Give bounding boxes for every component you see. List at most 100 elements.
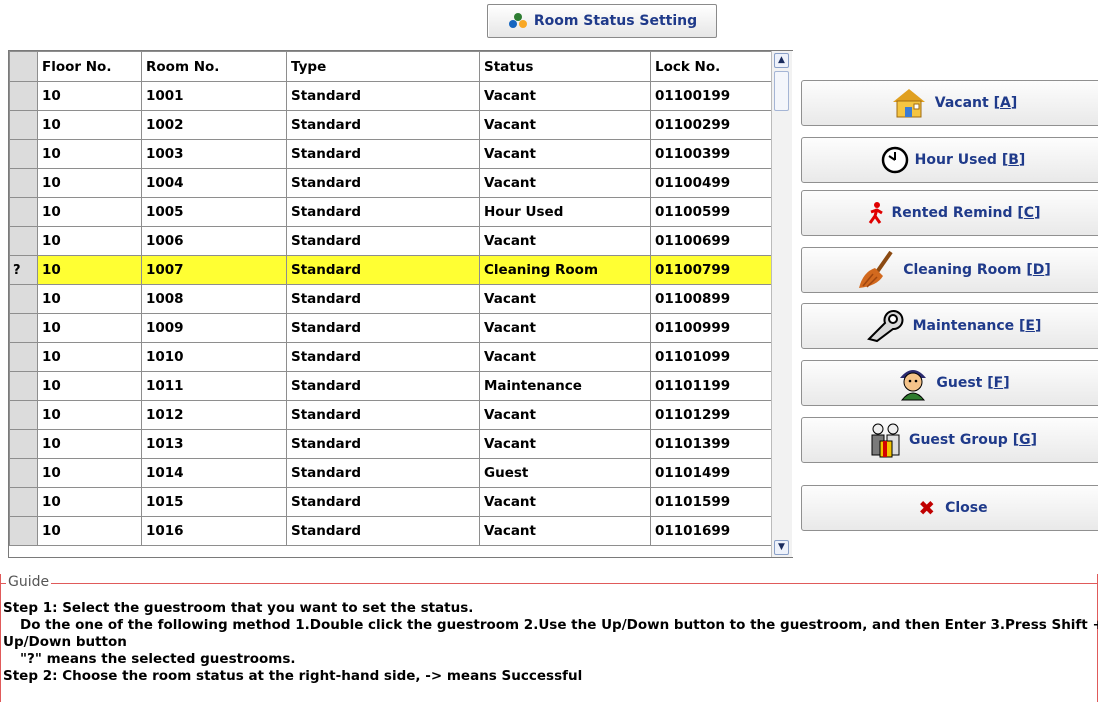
cell-floor[interactable]: 10 [37, 255, 142, 285]
cell-type[interactable]: Standard [286, 342, 480, 372]
row-indicator[interactable] [9, 487, 38, 517]
cell-status[interactable]: Vacant [479, 516, 651, 546]
row-indicator[interactable] [9, 400, 38, 430]
cell-type[interactable]: Standard [286, 516, 480, 546]
col-header-status[interactable]: Status [479, 51, 651, 82]
cell-status[interactable]: Vacant [479, 226, 651, 256]
cell-floor[interactable]: 10 [37, 168, 142, 198]
cell-type[interactable]: Standard [286, 400, 480, 430]
cell-lock[interactable]: 01100599 [650, 197, 773, 227]
cell-status[interactable]: Vacant [479, 81, 651, 111]
cell-floor[interactable]: 10 [37, 487, 142, 517]
table-row[interactable]: 10 1008 Standard Vacant 01100899 [9, 284, 773, 314]
row-indicator[interactable] [9, 313, 38, 343]
col-header-room[interactable]: Room No. [141, 51, 287, 82]
room-status-setting-button[interactable]: Room Status Setting [487, 4, 717, 38]
rented-remind-button[interactable]: Rented Remind [C] [801, 190, 1098, 236]
guest-group-button[interactable]: Guest Group [G] [801, 417, 1098, 463]
row-indicator[interactable] [9, 139, 38, 169]
cell-status[interactable]: Vacant [479, 168, 651, 198]
cell-status[interactable]: Vacant [479, 400, 651, 430]
cell-room[interactable]: 1016 [141, 516, 287, 546]
row-indicator[interactable] [9, 168, 38, 198]
cell-floor[interactable]: 10 [37, 458, 142, 488]
cell-status[interactable]: Vacant [479, 110, 651, 140]
cell-type[interactable]: Standard [286, 255, 480, 285]
cell-floor[interactable]: 10 [37, 81, 142, 111]
cell-status[interactable]: Vacant [479, 313, 651, 343]
table-row[interactable]: 10 1009 Standard Vacant 01100999 [9, 313, 773, 343]
cell-type[interactable]: Standard [286, 487, 480, 517]
cell-room[interactable]: 1010 [141, 342, 287, 372]
cleaning-room-button[interactable]: Cleaning Room [D] [801, 247, 1098, 293]
cell-room[interactable]: 1006 [141, 226, 287, 256]
cell-type[interactable]: Standard [286, 371, 480, 401]
cell-type[interactable]: Standard [286, 81, 480, 111]
row-indicator[interactable]: ? [9, 255, 38, 285]
cell-room[interactable]: 1015 [141, 487, 287, 517]
scroll-up-arrow-icon[interactable]: ▲ [774, 53, 789, 68]
hour-used-button[interactable]: Hour Used [B] [801, 137, 1098, 183]
cell-floor[interactable]: 10 [37, 110, 142, 140]
cell-room[interactable]: 1008 [141, 284, 287, 314]
row-indicator[interactable] [9, 371, 38, 401]
row-indicator[interactable] [9, 197, 38, 227]
cell-room[interactable]: 1001 [141, 81, 287, 111]
cell-status[interactable]: Vacant [479, 429, 651, 459]
table-row[interactable]: 10 1011 Standard Maintenance 01101199 [9, 371, 773, 401]
cell-floor[interactable]: 10 [37, 371, 142, 401]
row-indicator[interactable] [9, 81, 38, 111]
cell-floor[interactable]: 10 [37, 139, 142, 169]
cell-floor[interactable]: 10 [37, 284, 142, 314]
room-grid[interactable]: Floor No. Room No. Type Status Lock No. … [8, 50, 793, 558]
col-header-floor[interactable]: Floor No. [37, 51, 142, 82]
row-indicator[interactable] [9, 342, 38, 372]
cell-room[interactable]: 1002 [141, 110, 287, 140]
cell-room[interactable]: 1009 [141, 313, 287, 343]
cell-lock[interactable]: 01100699 [650, 226, 773, 256]
row-indicator[interactable] [9, 429, 38, 459]
cell-lock[interactable]: 01101099 [650, 342, 773, 372]
col-header-lock[interactable]: Lock No. [650, 51, 773, 82]
guest-button[interactable]: Guest [F] [801, 360, 1098, 406]
table-row[interactable]: 10 1001 Standard Vacant 01100199 [9, 81, 773, 111]
cell-type[interactable]: Standard [286, 197, 480, 227]
cell-lock[interactable]: 01100399 [650, 139, 773, 169]
row-indicator[interactable] [9, 458, 38, 488]
cell-status[interactable]: Maintenance [479, 371, 651, 401]
row-indicator[interactable] [9, 516, 38, 546]
cell-status[interactable]: Vacant [479, 487, 651, 517]
cell-status[interactable]: Guest [479, 458, 651, 488]
cell-lock[interactable]: 01100999 [650, 313, 773, 343]
row-indicator[interactable] [9, 110, 38, 140]
close-button[interactable]: ✖ Close [801, 485, 1098, 531]
grid-scrollbar[interactable]: ▲ ▼ [771, 51, 792, 557]
cell-floor[interactable]: 10 [37, 429, 142, 459]
cell-lock[interactable]: 01101599 [650, 487, 773, 517]
cell-lock[interactable]: 01100299 [650, 110, 773, 140]
cell-status[interactable]: Vacant [479, 139, 651, 169]
cell-room[interactable]: 1005 [141, 197, 287, 227]
cell-status[interactable]: Cleaning Room [479, 255, 651, 285]
table-row[interactable]: ? 10 1007 Standard Cleaning Room 01100799 [9, 255, 773, 285]
table-row[interactable]: 10 1012 Standard Vacant 01101299 [9, 400, 773, 430]
table-row[interactable]: 10 1015 Standard Vacant 01101599 [9, 487, 773, 517]
cell-type[interactable]: Standard [286, 110, 480, 140]
cell-lock[interactable]: 01100499 [650, 168, 773, 198]
table-row[interactable]: 10 1013 Standard Vacant 01101399 [9, 429, 773, 459]
cell-floor[interactable]: 10 [37, 313, 142, 343]
scroll-down-arrow-icon[interactable]: ▼ [774, 540, 789, 555]
cell-lock[interactable]: 01101299 [650, 400, 773, 430]
table-row[interactable]: 10 1005 Standard Hour Used 01100599 [9, 197, 773, 227]
col-header-type[interactable]: Type [286, 51, 480, 82]
cell-room[interactable]: 1013 [141, 429, 287, 459]
cell-type[interactable]: Standard [286, 168, 480, 198]
cell-status[interactable]: Vacant [479, 284, 651, 314]
table-row[interactable]: 10 1016 Standard Vacant 01101699 [9, 516, 773, 546]
cell-floor[interactable]: 10 [37, 516, 142, 546]
cell-room[interactable]: 1012 [141, 400, 287, 430]
cell-status[interactable]: Hour Used [479, 197, 651, 227]
cell-type[interactable]: Standard [286, 429, 480, 459]
table-row[interactable]: 10 1014 Standard Guest 01101499 [9, 458, 773, 488]
cell-room[interactable]: 1004 [141, 168, 287, 198]
